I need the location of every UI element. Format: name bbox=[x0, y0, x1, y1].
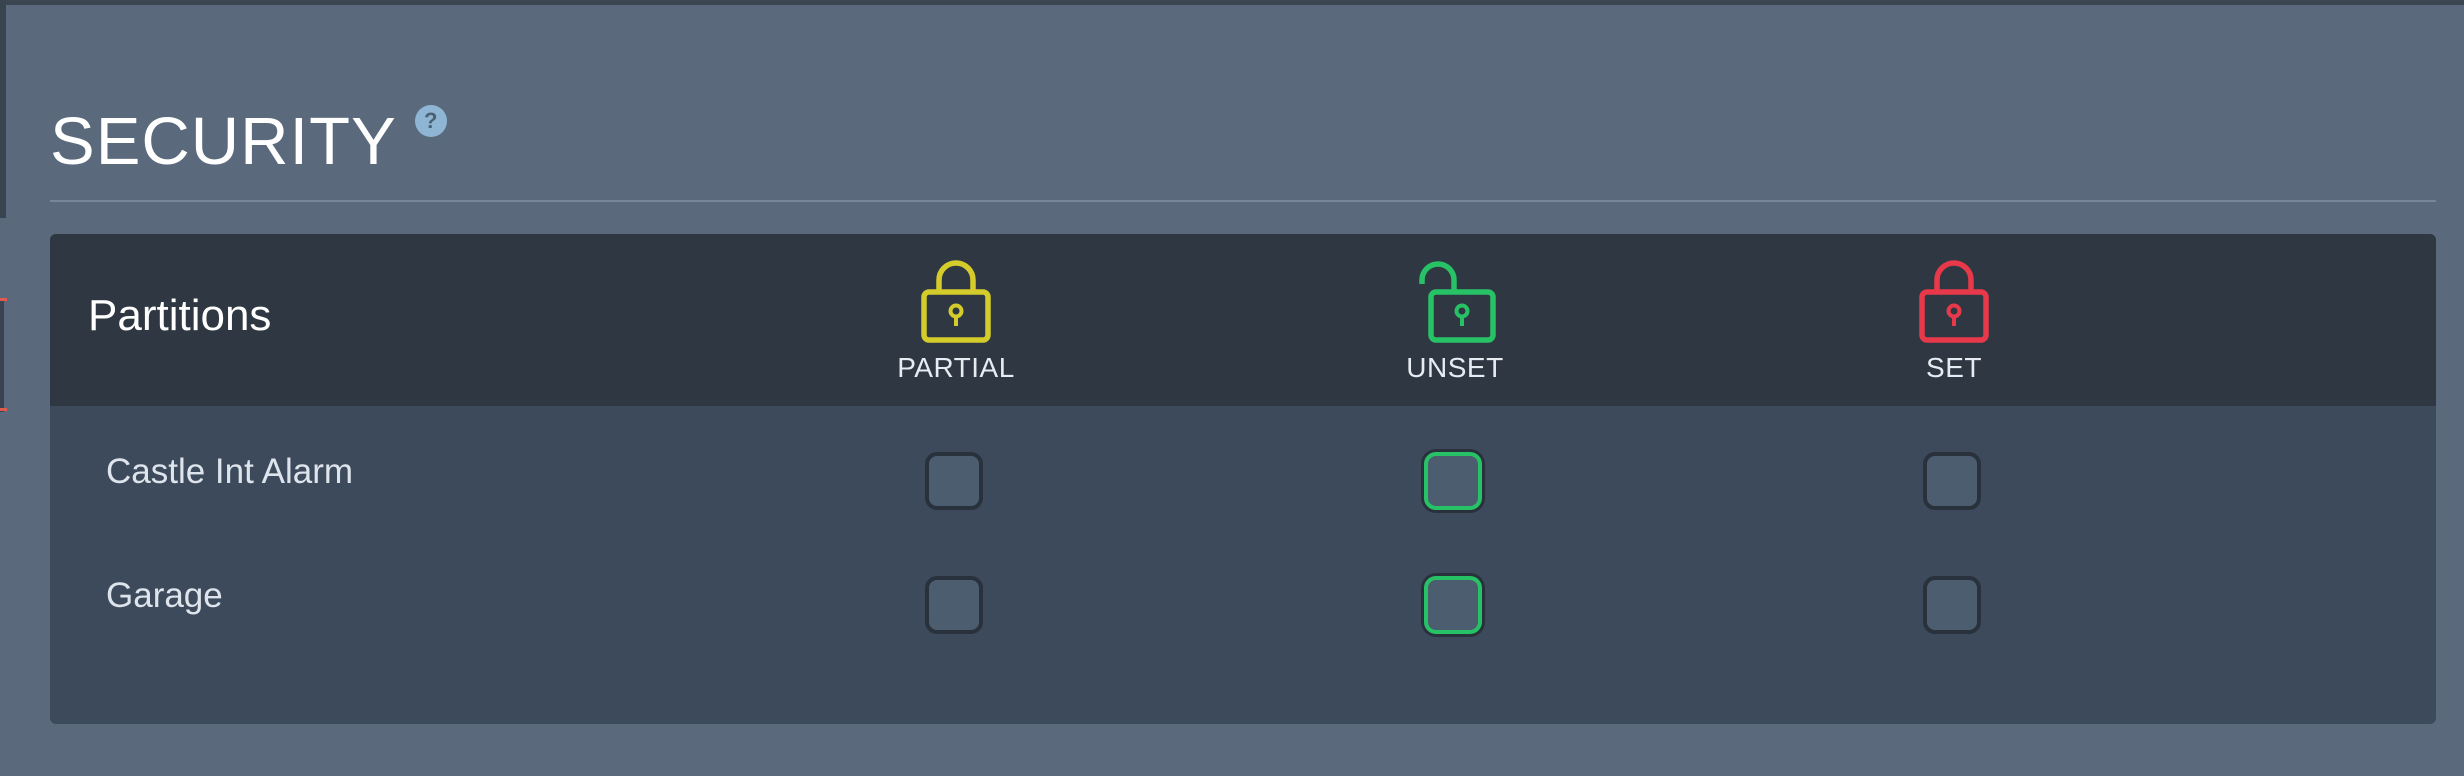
sidebar-marker bbox=[0, 408, 7, 411]
help-icon[interactable]: ? bbox=[414, 105, 447, 137]
column-set: SET bbox=[1834, 254, 2074, 384]
sidebar-marker bbox=[0, 298, 7, 301]
checkbox-castle-int-alarm-partial[interactable] bbox=[925, 452, 983, 510]
window-top-border bbox=[0, 0, 2464, 5]
checkbox-garage-partial[interactable] bbox=[925, 576, 983, 634]
row-label-garage: Garage bbox=[106, 576, 223, 615]
partitions-header: Partitions PARTIAL UNSET SET bbox=[50, 234, 2436, 406]
column-label-set: SET bbox=[1926, 352, 1982, 383]
checkbox-castle-int-alarm-unset[interactable] bbox=[1424, 452, 1482, 510]
partitions-title: Partitions bbox=[88, 291, 272, 340]
checkbox-garage-unset[interactable] bbox=[1424, 576, 1482, 634]
header-divider bbox=[50, 200, 2436, 202]
unlocked-padlock-icon bbox=[1419, 261, 1496, 343]
checkbox-garage-set[interactable] bbox=[1923, 576, 1981, 634]
sidebar-edge-lower bbox=[0, 300, 4, 412]
column-partial: PARTIAL bbox=[836, 254, 1076, 384]
sidebar-edge bbox=[0, 0, 6, 218]
column-label-partial: PARTIAL bbox=[897, 352, 1015, 383]
row-label-castle-int-alarm: Castle Int Alarm bbox=[106, 452, 354, 491]
locked-padlock-icon bbox=[921, 260, 991, 343]
partitions-panel: Partitions PARTIAL UNSET SET Castle Int … bbox=[50, 234, 2436, 724]
column-label-unset: UNSET bbox=[1406, 352, 1504, 383]
checkbox-castle-int-alarm-set[interactable] bbox=[1923, 452, 1981, 510]
column-unset: UNSET bbox=[1335, 254, 1575, 384]
page-header: SECURITY ? bbox=[50, 96, 447, 186]
page-title: SECURITY bbox=[50, 103, 397, 179]
locked-padlock-icon bbox=[1919, 260, 1989, 343]
